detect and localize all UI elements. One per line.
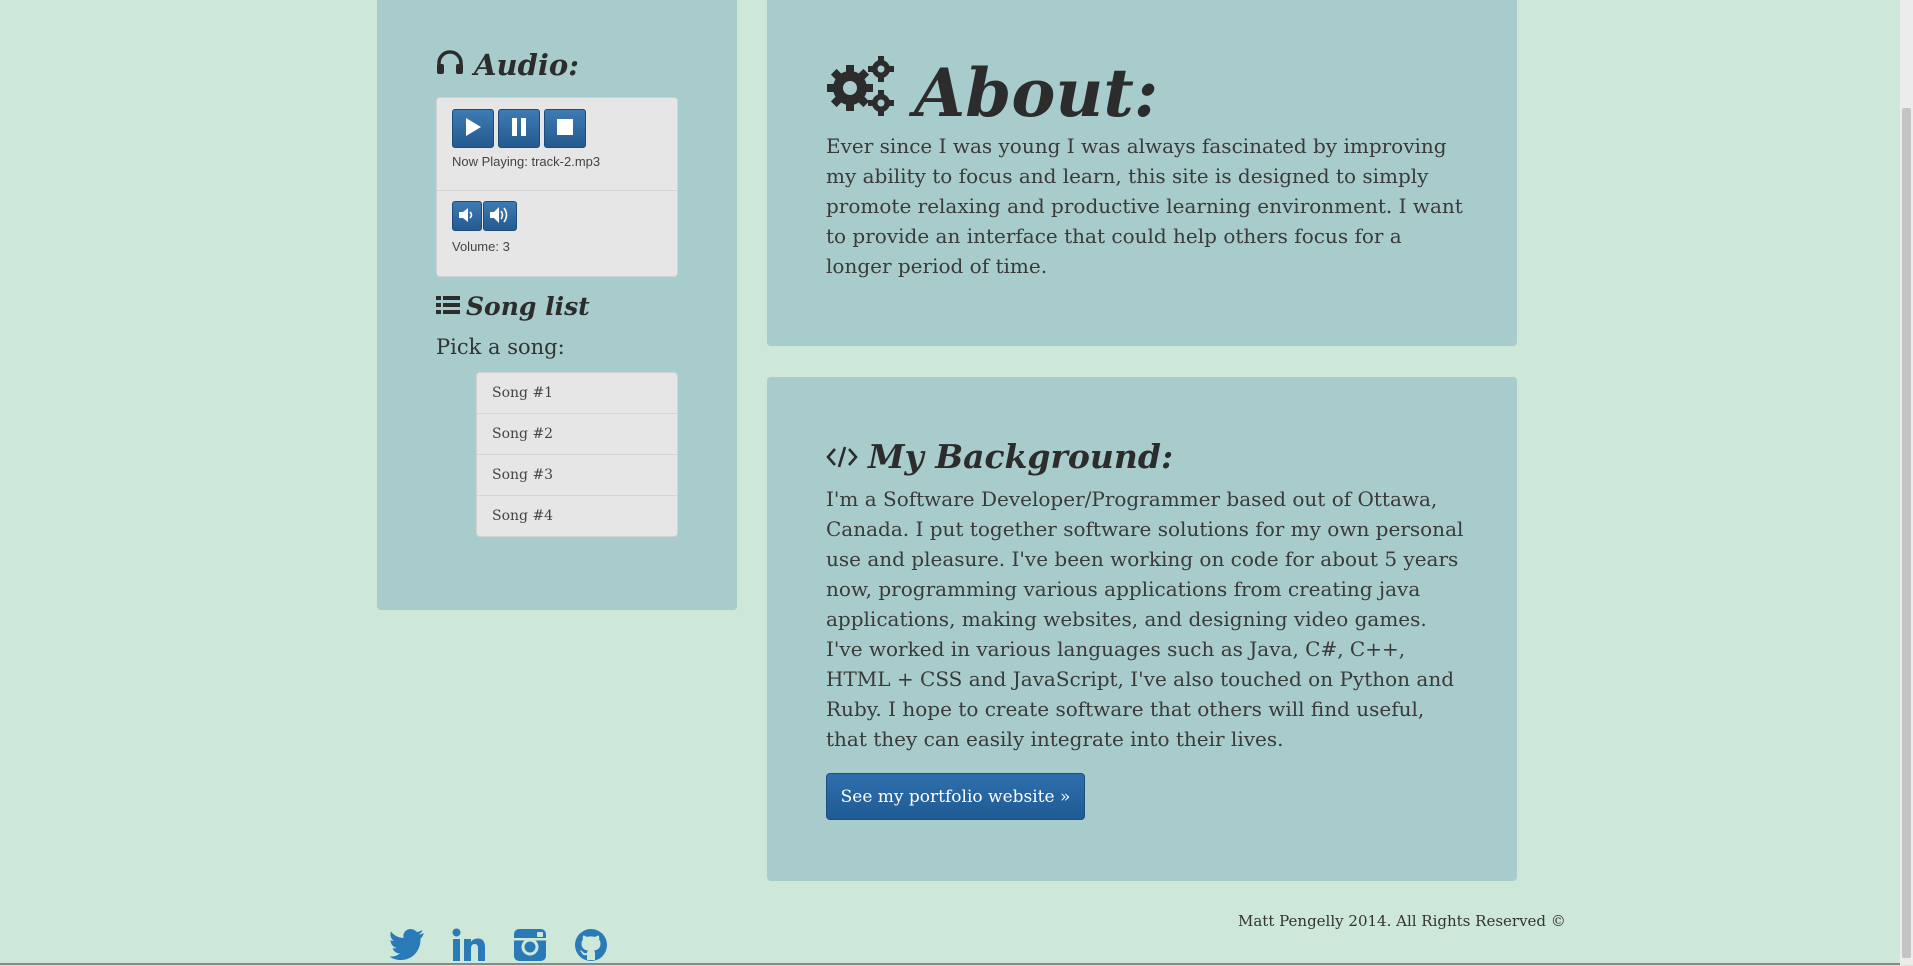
songlist-title: Song list bbox=[466, 292, 590, 321]
stop-button[interactable] bbox=[544, 109, 586, 148]
song-item-4[interactable]: Song #4 bbox=[477, 496, 677, 536]
now-playing-label: Now Playing: track-2.mp3 bbox=[452, 154, 601, 169]
song-item-1[interactable]: Song #1 bbox=[477, 373, 677, 414]
linkedin-icon[interactable] bbox=[452, 928, 488, 964]
song-item-3[interactable]: Song #3 bbox=[477, 455, 677, 496]
about-panel: About: Ever since I was young I was alwa… bbox=[767, 0, 1517, 346]
volume-label: Volume: 3 bbox=[452, 239, 510, 254]
about-heading: About: bbox=[826, 52, 1158, 134]
divider bbox=[437, 190, 677, 191]
code-icon bbox=[826, 437, 858, 476]
song-list: Song #1 Song #2 Song #3 Song #4 bbox=[476, 372, 678, 537]
songlist-heading: Song list bbox=[436, 292, 590, 321]
audio-title: Audio: bbox=[474, 48, 579, 82]
play-button[interactable] bbox=[452, 109, 494, 148]
pause-icon bbox=[510, 117, 528, 140]
song-item-2[interactable]: Song #2 bbox=[477, 414, 677, 455]
background-panel: My Background: I'm a Software Developer/… bbox=[767, 377, 1517, 881]
portfolio-button[interactable]: See my portfolio website » bbox=[826, 773, 1085, 820]
list-icon bbox=[436, 292, 460, 321]
headphones-icon bbox=[436, 48, 464, 82]
gears-icon bbox=[826, 52, 896, 134]
audio-player: Now Playing: track-2.mp3 Volume: 3 bbox=[436, 97, 678, 277]
about-title: About: bbox=[914, 54, 1159, 132]
background-paragraph: I'm a Software Developer/Programmer base… bbox=[826, 487, 1464, 751]
background-heading: My Background: bbox=[826, 437, 1173, 476]
instagram-icon[interactable] bbox=[513, 928, 549, 964]
play-icon bbox=[464, 117, 482, 140]
stop-icon bbox=[556, 118, 574, 139]
audio-heading: Audio: bbox=[436, 48, 579, 82]
about-paragraph: Ever since I was young I was always fasc… bbox=[826, 134, 1463, 278]
copyright-text: Matt Pengelly 2014. All Rights Reserved … bbox=[1238, 912, 1566, 930]
scrollbar-thumb[interactable] bbox=[1902, 108, 1911, 958]
pick-song-label: Pick a song: bbox=[436, 335, 565, 359]
volume-down-button[interactable] bbox=[452, 201, 482, 231]
github-icon[interactable] bbox=[574, 928, 610, 964]
background-title: My Background: bbox=[868, 437, 1174, 476]
volume-down-icon bbox=[458, 207, 476, 226]
audio-panel: Audio: Now Playing: track-2.mp3 Volume: … bbox=[377, 0, 737, 610]
volume-up-icon bbox=[489, 206, 511, 227]
pause-button[interactable] bbox=[498, 109, 540, 148]
scrollbar[interactable] bbox=[1900, 0, 1913, 965]
twitter-icon[interactable] bbox=[389, 928, 426, 964]
volume-up-button[interactable] bbox=[483, 201, 517, 231]
